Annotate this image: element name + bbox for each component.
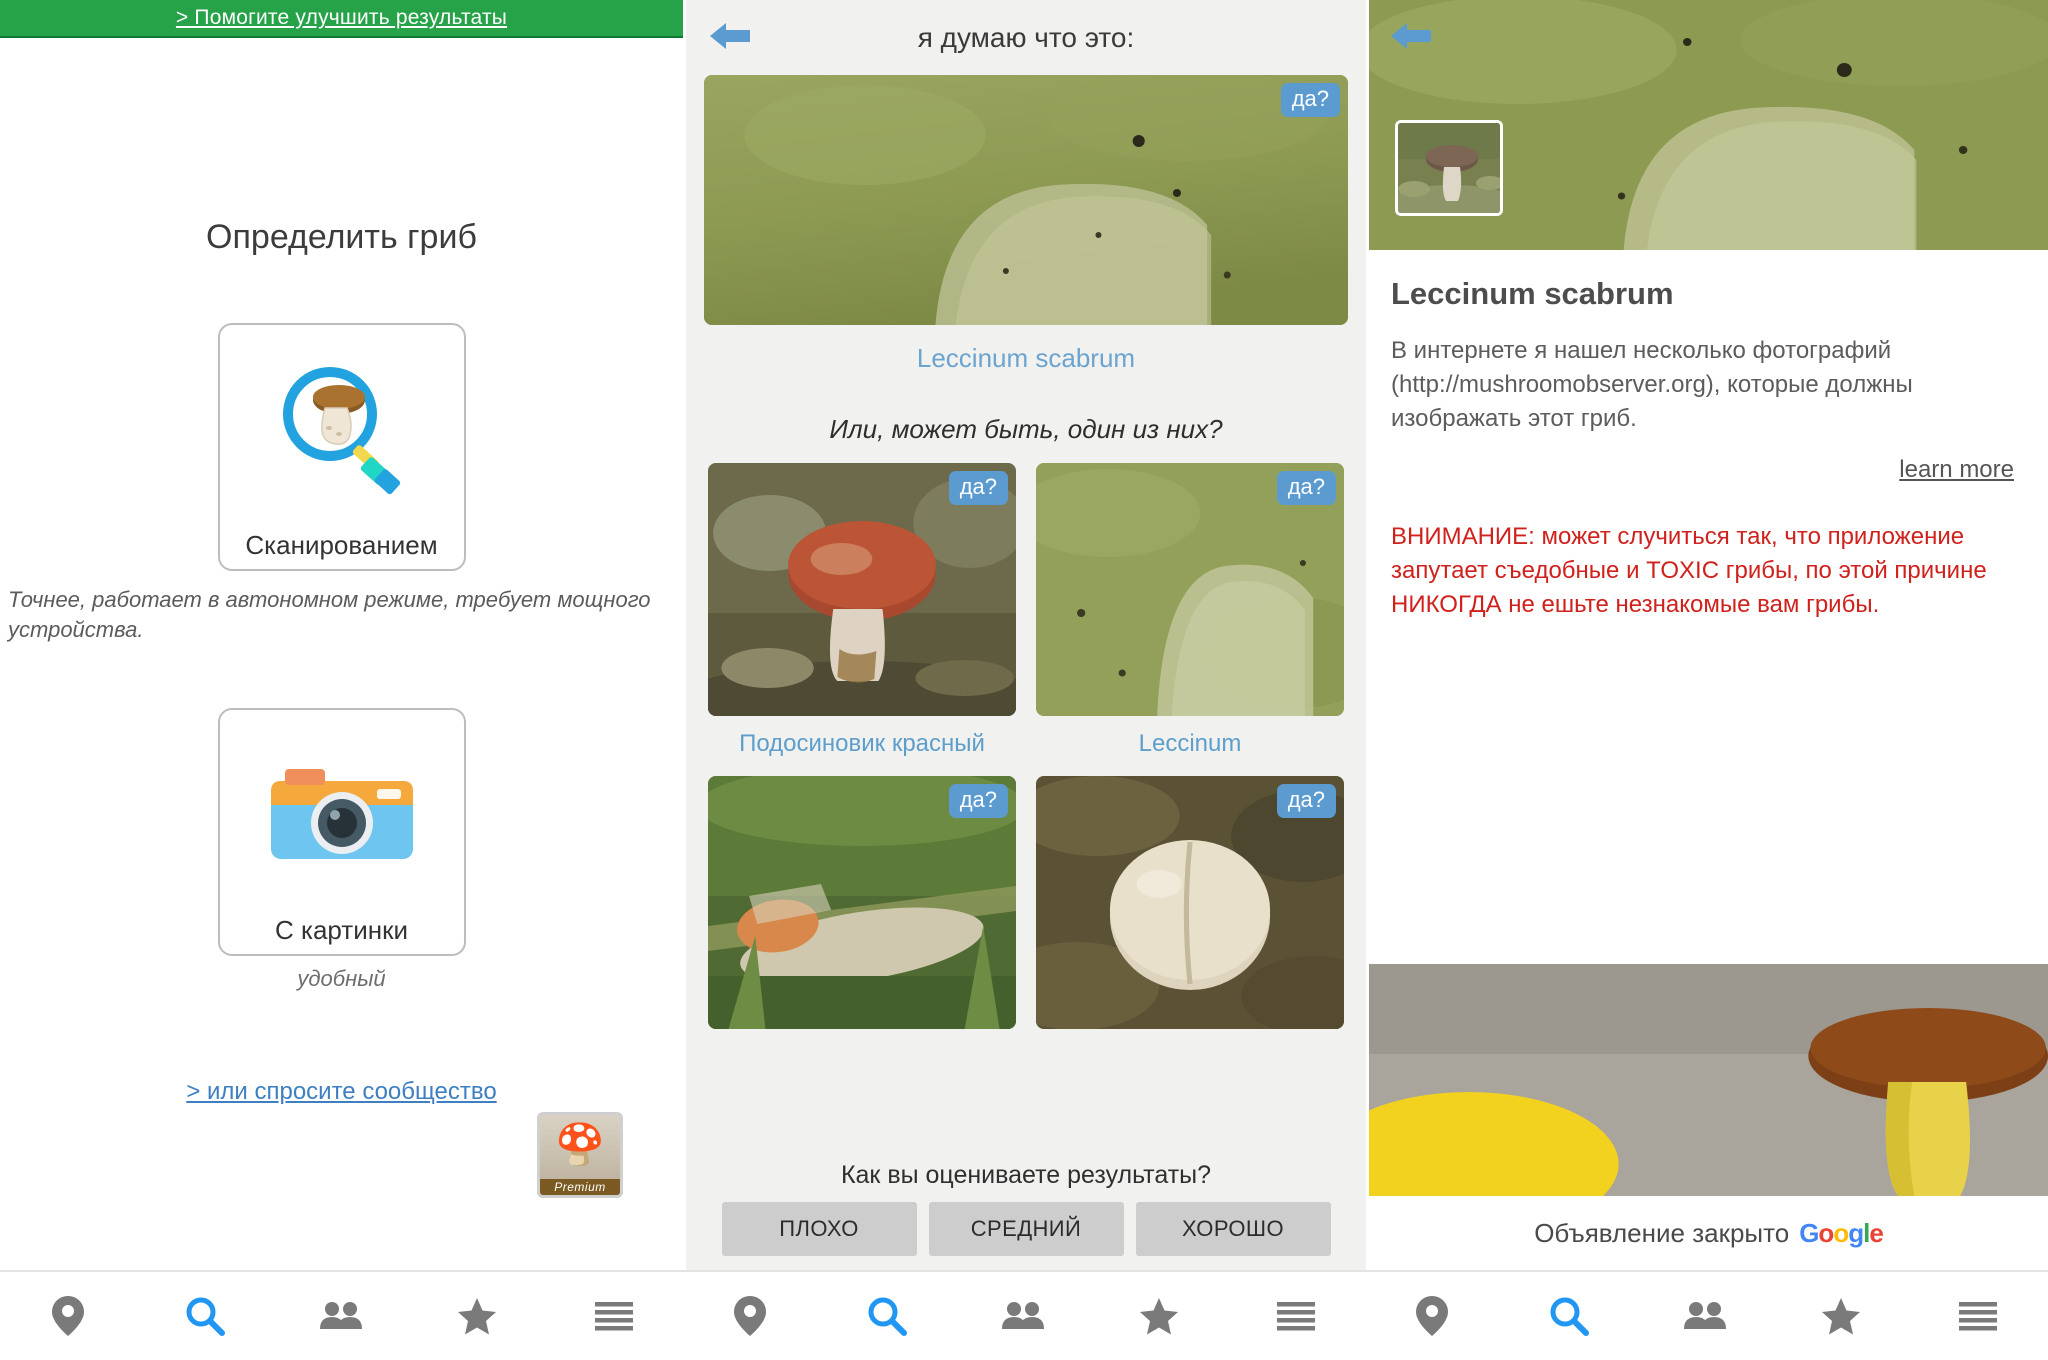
search-icon[interactable] xyxy=(1534,1281,1604,1351)
alternative-photo[interactable]: да? xyxy=(708,463,1016,716)
mushroom-magnifier-icon xyxy=(220,343,464,518)
alternative-item[interactable]: да? xyxy=(1036,776,1344,1029)
alternatives-question: Или, может быть, один из них? xyxy=(829,414,1223,444)
alternative-photo[interactable]: да? xyxy=(1036,776,1344,1029)
picture-tile-label: С картинки xyxy=(275,915,408,946)
detail-hero-photo[interactable] xyxy=(1369,0,2048,250)
detail-body: Leccinum scabrum В интернете я нашел нес… xyxy=(1369,250,2048,622)
ask-community-link-wrap[interactable]: > или спросите сообщество xyxy=(0,1078,683,1106)
scan-method-note: Точнее, работает в автономном режиме, тр… xyxy=(8,587,651,642)
alternative-yes-badge[interactable]: да? xyxy=(1276,471,1336,506)
page-title: Определить гриб xyxy=(206,218,477,256)
alternatives-row-2: да? да? xyxy=(708,776,1344,1029)
panel-identification-results: я думаю что это: да? Leccinum scabrum Ил… xyxy=(683,0,1366,1270)
ask-community-link[interactable]: > или спросите сообщество xyxy=(186,1078,496,1105)
rating-buttons: ПЛОХО СРЕДНИЙ ХОРОШО xyxy=(686,1202,1366,1256)
nav-group-middle xyxy=(682,1272,1364,1360)
people-icon[interactable] xyxy=(988,1281,1058,1351)
nav-group-left xyxy=(0,1272,682,1360)
menu-icon[interactable] xyxy=(579,1281,649,1351)
star-icon[interactable] xyxy=(1124,1281,1194,1351)
location-pin-icon[interactable] xyxy=(1397,1281,1467,1351)
alternatives-row-1: да? Подосиновик красный да? Leccinum xyxy=(708,463,1344,758)
back-arrow-icon[interactable] xyxy=(1383,8,1439,64)
species-scientific-name: Leccinum scabrum xyxy=(1391,276,1674,311)
alternative-item[interactable]: да? Leccinum xyxy=(1036,463,1344,758)
alternative-item[interactable]: да? Подосиновик красный xyxy=(708,463,1016,758)
rating-medium-button[interactable]: СРЕДНИЙ xyxy=(928,1202,1124,1256)
picture-method-note: удобный xyxy=(297,966,386,992)
ad-footer: Объявление закрыто Google xyxy=(1369,1196,2048,1270)
premium-badge[interactable]: 🍄 Premium xyxy=(537,1112,623,1198)
star-icon[interactable] xyxy=(1806,1281,1876,1351)
location-pin-icon[interactable] xyxy=(33,1281,103,1351)
rating-question: Как вы оцениваете результаты? xyxy=(840,1161,1212,1189)
species-description: В интернете я нашел несколько фотографий… xyxy=(1391,337,1913,433)
hero-species-link[interactable]: Leccinum scabrum xyxy=(917,343,1135,373)
back-arrow-icon[interactable] xyxy=(702,8,758,64)
panels-container: > Помогите улучшить результаты Определит… xyxy=(0,0,2048,1270)
toxicity-warning: ВНИМАНИЕ: может случиться так, что прило… xyxy=(1391,523,1987,619)
rating-bad-button[interactable]: ПЛОХО xyxy=(721,1202,917,1256)
google-logo: Google xyxy=(1799,1217,1884,1248)
rating-panel: Как вы оцениваете результаты? ПЛОХО СРЕД… xyxy=(686,1155,1366,1270)
hero-species-link-wrap[interactable]: Leccinum scabrum xyxy=(686,343,1366,374)
ad-banner[interactable] xyxy=(1369,964,2048,1196)
learn-more-link[interactable]: learn more xyxy=(1899,456,2014,483)
scan-tile-label: Сканированием xyxy=(245,530,438,560)
panel-identify-home: > Помогите улучшить результаты Определит… xyxy=(0,0,683,1270)
alternative-yes-badge[interactable]: да? xyxy=(948,784,1008,819)
search-icon[interactable] xyxy=(852,1281,922,1351)
location-pin-icon[interactable] xyxy=(715,1281,785,1351)
alternative-item[interactable]: да? xyxy=(708,776,1016,1029)
results-header: я думаю что это: xyxy=(686,0,1366,75)
picture-method-tile[interactable]: С картинки xyxy=(217,708,466,957)
alternative-species-link[interactable]: Подосиновик красный xyxy=(739,730,985,757)
star-icon[interactable] xyxy=(442,1281,512,1351)
nav-group-right xyxy=(1364,1272,2046,1360)
bottom-navigation-bar xyxy=(0,1270,2048,1358)
alternative-photo[interactable]: да? xyxy=(1036,463,1344,716)
alternative-caption-wrap[interactable]: Leccinum xyxy=(1036,730,1344,758)
menu-icon[interactable] xyxy=(1943,1281,2013,1351)
alternative-caption-wrap[interactable]: Подосиновик красный xyxy=(708,730,1016,758)
premium-badge-label: Premium xyxy=(540,1179,620,1195)
search-icon[interactable] xyxy=(170,1281,240,1351)
detail-thumbnail[interactable] xyxy=(1395,120,1503,216)
improve-results-banner[interactable]: > Помогите улучшить результаты xyxy=(0,0,683,38)
alternative-yes-badge[interactable]: да? xyxy=(948,471,1008,506)
people-icon[interactable] xyxy=(1670,1281,1740,1351)
app-screenshot-collage: > Помогите улучшить результаты Определит… xyxy=(0,0,2048,1358)
scan-method-tile[interactable]: Сканированием xyxy=(217,323,466,571)
rating-good-button[interactable]: ХОРОШО xyxy=(1135,1202,1331,1256)
alternative-species-link[interactable]: Leccinum xyxy=(1139,730,1242,757)
camera-icon xyxy=(220,728,464,903)
alternative-yes-badge[interactable]: да? xyxy=(1276,784,1336,819)
results-header-title: я думаю что это: xyxy=(917,21,1135,53)
hero-yes-badge[interactable]: да? xyxy=(1280,83,1340,118)
alternative-photo[interactable]: да? xyxy=(708,776,1016,1029)
learn-more-link-wrap[interactable]: learn more xyxy=(1391,456,2024,484)
menu-icon[interactable] xyxy=(1261,1281,1331,1351)
panel-species-detail: Leccinum scabrum В интернете я нашел нес… xyxy=(1366,0,2048,1270)
ad-closed-text: Объявление закрыто xyxy=(1534,1217,1790,1248)
hero-photo[interactable]: да? xyxy=(704,75,1348,325)
people-icon[interactable] xyxy=(306,1281,376,1351)
premium-mushroom-icon: 🍄 xyxy=(555,1123,605,1167)
improve-results-link[interactable]: > Помогите улучшить результаты xyxy=(176,6,507,30)
